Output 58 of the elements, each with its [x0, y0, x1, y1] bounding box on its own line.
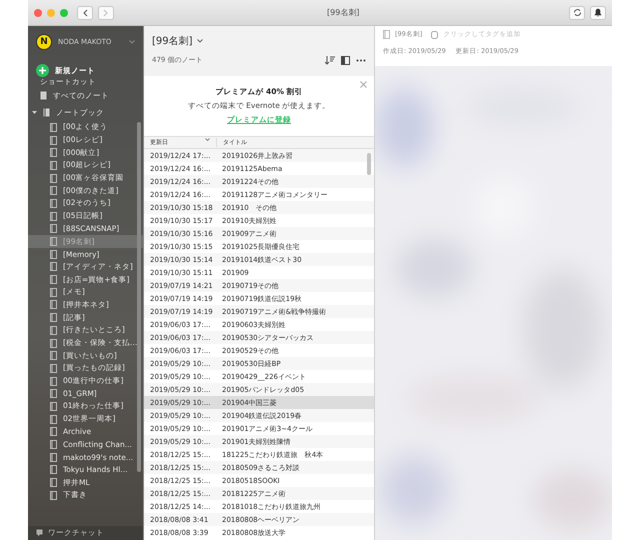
notebook-icon [50, 364, 57, 373]
chat-icon [36, 529, 43, 537]
notebook-icon [50, 174, 57, 183]
notebook-icon [50, 250, 57, 259]
sort-icon[interactable] [325, 56, 335, 64]
notebook-icon [50, 427, 57, 436]
notebook-icon [50, 376, 57, 386]
notebook-icon [50, 300, 57, 310]
notebook-icon [50, 186, 57, 196]
notebook-icon [50, 237, 57, 246]
zoom-button[interactable] [60, 8, 68, 16]
notebook-icon [50, 313, 57, 322]
plus-icon [36, 64, 49, 77]
notebook-icon [50, 414, 57, 424]
disclosure-triangle-icon[interactable] [32, 110, 37, 115]
view-layout-icon[interactable] [341, 56, 350, 64]
notebook-icon [50, 490, 57, 500]
chevron-right-icon [103, 8, 109, 16]
notebook-icon [50, 198, 57, 208]
notebook-icon [50, 452, 57, 462]
notebook-icon [383, 30, 390, 39]
notebook-icon [50, 440, 57, 450]
window-title: [99名刺] [327, 7, 360, 18]
notebooks-icon [43, 108, 50, 117]
notebook-icon [50, 160, 57, 170]
notebook-icon [50, 262, 57, 272]
notebook-icon [50, 338, 57, 348]
bell-icon [594, 8, 602, 17]
notebook-icon [50, 224, 57, 234]
notifications-button[interactable] [590, 6, 606, 20]
notebook-icon [50, 122, 57, 132]
chevron-down-icon[interactable] [129, 40, 135, 44]
notebook-icon [50, 288, 57, 297]
notebook-icon [50, 275, 57, 284]
close-icon[interactable] [360, 81, 367, 88]
sync-button[interactable] [569, 6, 585, 20]
account-avatar[interactable]: N [36, 34, 52, 50]
notebook-title[interactable]: [99名刺] [152, 34, 193, 48]
notebook-icon [50, 478, 57, 488]
notebook-icon [50, 136, 57, 145]
notebook-icon [50, 326, 57, 335]
note-icon [40, 91, 47, 100]
sort-caret-icon[interactable] [205, 138, 210, 141]
tag-icon [431, 30, 438, 38]
notebook-icon [50, 351, 57, 360]
notebook-icon [50, 402, 57, 411]
notebook-icon [50, 148, 57, 158]
scrollbar[interactable] [367, 153, 371, 175]
more-icon[interactable] [356, 58, 366, 62]
notebook-icon [50, 465, 57, 474]
close-button[interactable] [34, 8, 42, 16]
sync-icon [572, 8, 582, 17]
chevron-left-icon [82, 8, 88, 16]
chevron-down-icon[interactable] [196, 39, 203, 43]
notebook-icon [50, 212, 57, 221]
scrollbar[interactable] [137, 122, 141, 472]
notebook-icon [50, 389, 57, 398]
back-button[interactable] [77, 6, 93, 20]
